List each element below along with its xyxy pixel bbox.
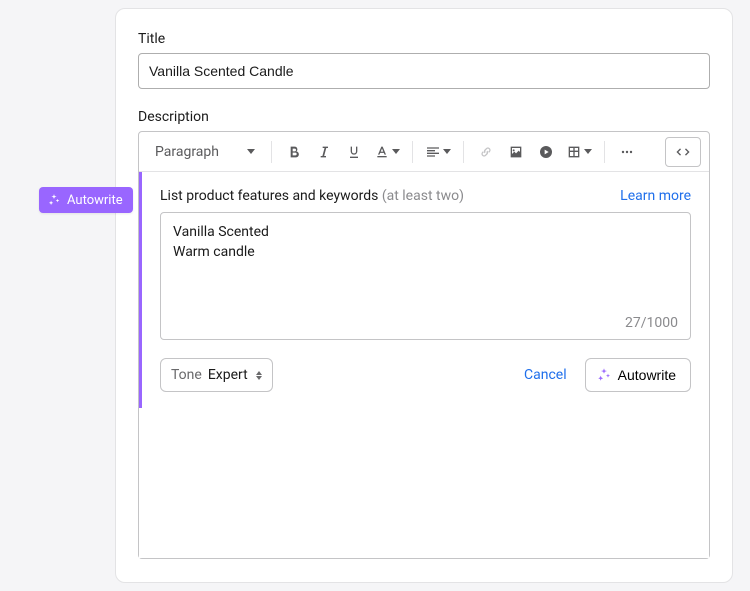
more-button[interactable] xyxy=(613,138,641,166)
play-circle-icon xyxy=(538,144,554,160)
title-label: Title xyxy=(138,31,710,47)
features-textarea[interactable]: Vanilla Scented Warm candle xyxy=(173,223,678,309)
features-textarea-wrapper: Vanilla Scented Warm candle 27/1000 xyxy=(160,212,691,340)
sort-caret-icon xyxy=(256,371,262,380)
italic-icon xyxy=(316,144,332,160)
text-color-button[interactable] xyxy=(370,138,404,166)
code-icon xyxy=(674,144,692,160)
title-input[interactable] xyxy=(138,53,710,89)
chevron-down-icon xyxy=(392,149,400,154)
tone-select[interactable]: Tone Expert xyxy=(160,358,273,392)
rich-text-editor: Paragraph xyxy=(138,131,710,559)
product-form-card: Title Description Paragraph xyxy=(115,8,733,583)
autowrite-tab-label: Autowrite xyxy=(67,193,123,208)
chevron-down-icon xyxy=(443,149,451,154)
toolbar-separator xyxy=(463,141,464,163)
editor-body[interactable] xyxy=(139,408,709,558)
cancel-button[interactable]: Cancel xyxy=(524,367,567,383)
video-button[interactable] xyxy=(532,138,560,166)
autowrite-submit-label: Autowrite xyxy=(618,367,676,383)
features-prompt-hint: (at least two) xyxy=(382,188,464,204)
tone-value: Expert xyxy=(208,367,248,383)
paragraph-style-select[interactable]: Paragraph xyxy=(147,138,263,166)
paragraph-style-label: Paragraph xyxy=(155,144,219,160)
sparkle-icon xyxy=(596,367,612,383)
toolbar-separator xyxy=(412,141,413,163)
italic-button[interactable] xyxy=(310,138,338,166)
autowrite-tab[interactable]: Autowrite xyxy=(39,187,133,213)
editor-toolbar: Paragraph xyxy=(139,132,709,172)
chevron-down-icon xyxy=(247,149,255,154)
autowrite-submit-button[interactable]: Autowrite xyxy=(585,358,691,392)
underline-icon xyxy=(346,144,362,160)
table-button[interactable] xyxy=(562,138,596,166)
underline-button[interactable] xyxy=(340,138,368,166)
description-section: Description Paragraph xyxy=(138,109,710,559)
bold-icon xyxy=(286,144,302,160)
learn-more-link[interactable]: Learn more xyxy=(620,188,691,204)
toolbar-separator xyxy=(271,141,272,163)
tone-label: Tone xyxy=(171,367,202,383)
image-icon xyxy=(508,144,524,160)
align-button[interactable] xyxy=(421,138,455,166)
code-view-button[interactable] xyxy=(665,137,701,167)
features-prompt-label: List product features and keywords (at l… xyxy=(160,188,464,204)
chevron-down-icon xyxy=(584,149,592,154)
table-icon xyxy=(566,144,582,160)
toolbar-separator xyxy=(604,141,605,163)
ellipsis-icon xyxy=(619,144,635,160)
align-left-icon xyxy=(425,144,441,160)
text-color-icon xyxy=(374,144,390,160)
description-label: Description xyxy=(138,109,710,125)
sparkle-icon xyxy=(47,193,61,207)
autowrite-panel: List product features and keywords (at l… xyxy=(139,172,709,408)
link-icon xyxy=(478,144,494,160)
bold-button[interactable] xyxy=(280,138,308,166)
image-button[interactable] xyxy=(502,138,530,166)
link-button[interactable] xyxy=(472,138,500,166)
autowrite-actions: Tone Expert Cancel Autowrite xyxy=(160,358,691,392)
char-count: 27/1000 xyxy=(173,315,678,331)
